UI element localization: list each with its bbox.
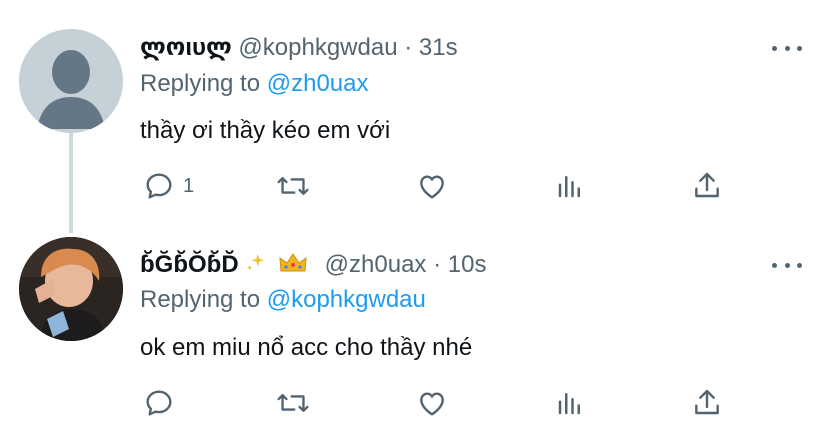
retweet-icon [277,176,309,196]
retweet-button[interactable] [276,387,310,419]
mention-link[interactable]: @zh0uax [267,70,369,97]
crown-icon [279,253,307,272]
analytics-icon [558,176,580,198]
analytics-button[interactable] [555,170,585,202]
share-button[interactable] [691,387,723,419]
like-icon [420,392,444,416]
separator: · [433,251,442,278]
more-icon [772,45,777,51]
reply-count: 1 [183,174,195,197]
display-name[interactable]: ლოιυლ [140,34,232,61]
timestamp[interactable]: 10s [448,251,487,278]
tweet-text: ok em miu nổ acc cho thầy nhé [140,334,473,361]
profile-photo [19,237,123,341]
avatar[interactable] [19,237,123,341]
reply-icon [146,173,172,199]
handle[interactable]: @kophkgwdau [238,34,397,61]
share-icon [695,389,719,415]
separator: · [404,34,413,61]
tweet-2[interactable]: ɓ̆Ğɓ̆Ŏɓ̆D̆ @zh0uax · 10s Replying to @ko… [0,222,828,443]
like-icon [420,175,444,199]
mention-link[interactable]: @kophkgwdau [267,286,426,313]
share-button[interactable] [691,170,723,202]
retweet-icon [277,393,309,413]
replying-to: Replying to @kophkgwdau [140,285,426,315]
replying-to-label: Replying to [140,286,261,313]
replying-to-label: Replying to [140,70,261,97]
more-options-button[interactable] [772,259,802,271]
like-button[interactable] [415,387,449,419]
tweet-1[interactable]: ლოιυლ @kophkgwdau · 31s Replying to @zh0… [0,0,828,222]
analytics-icon [558,393,580,415]
analytics-button[interactable] [555,387,585,419]
timestamp[interactable]: 31s [419,34,458,61]
tweet-header: ლოιυლ @kophkgwdau · 31s [140,33,458,63]
tweet-text: thầy ơi thầy kéo em với [140,117,391,144]
avatar[interactable] [19,29,123,133]
default-avatar-icon [19,29,123,133]
more-icon [772,262,777,268]
replying-to: Replying to @zh0uax [140,69,369,99]
sparkles-icon [247,253,265,271]
tweet-actions: 1 [0,168,828,208]
handle[interactable]: @zh0uax [325,251,427,278]
tweet-actions [0,385,828,425]
tweet-header: ɓ̆Ğɓ̆Ŏɓ̆D̆ @zh0uax · 10s [140,250,486,280]
share-icon [695,172,719,198]
like-button[interactable] [415,170,449,202]
display-name[interactable]: ɓ̆Ğɓ̆Ŏɓ̆D̆ [140,251,239,278]
thread-connector [69,133,73,233]
reply-icon [146,390,172,416]
reply-button[interactable] [143,387,183,419]
reply-button[interactable]: 1 [143,170,194,202]
retweet-button[interactable] [276,170,310,202]
more-options-button[interactable] [772,42,802,54]
